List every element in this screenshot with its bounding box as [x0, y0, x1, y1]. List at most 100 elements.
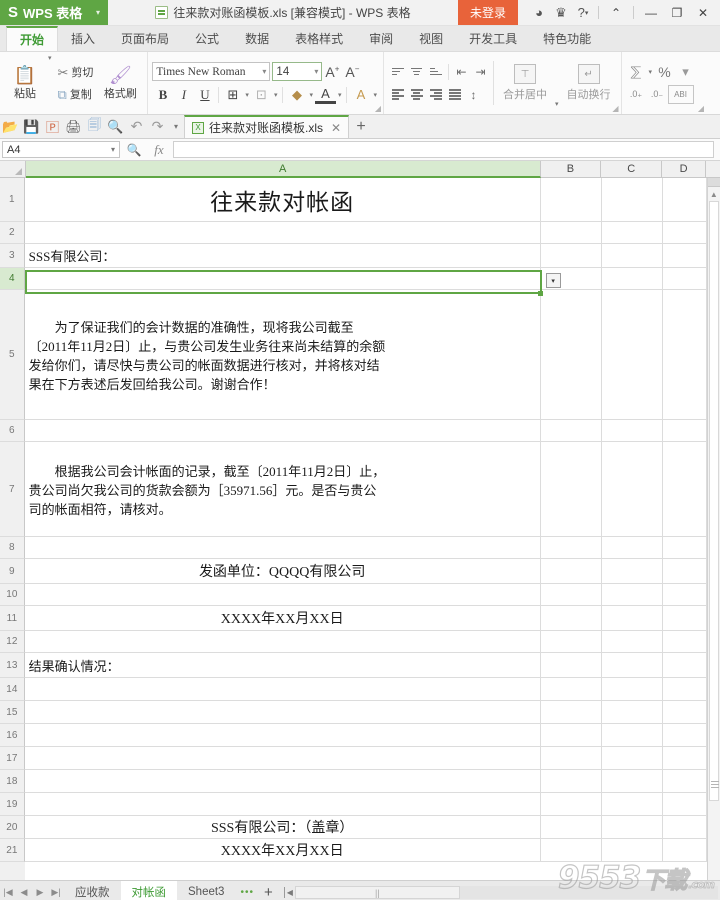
- align-bottom-icon[interactable]: [426, 62, 445, 81]
- add-sheet-button[interactable]: +: [259, 881, 278, 900]
- split-bar[interactable]: [284, 887, 285, 898]
- close-button[interactable]: ✕: [690, 0, 716, 26]
- row-header-18[interactable]: 18: [0, 770, 25, 793]
- print-icon[interactable]: 🖨: [63, 115, 84, 138]
- cell-B21[interactable]: [541, 839, 602, 861]
- row-header-1[interactable]: 1: [0, 178, 25, 222]
- cell-A3[interactable]: SSS有限公司：: [25, 244, 541, 267]
- autofill-dropdown-button[interactable]: ▾: [546, 273, 561, 288]
- alignment-dialog-launcher[interactable]: ◢: [612, 104, 618, 113]
- close-icon[interactable]: ✕: [331, 121, 341, 135]
- name-box[interactable]: A4 ▾: [2, 141, 120, 158]
- chevron-down-icon[interactable]: ▾: [262, 67, 266, 76]
- vertical-scroll-thumb[interactable]: [709, 201, 719, 801]
- cell-B16[interactable]: [541, 724, 602, 746]
- ribbon-tab-5[interactable]: 表格样式: [282, 26, 356, 51]
- paste-button[interactable]: 📋 粘贴: [4, 54, 46, 112]
- cell-A11[interactable]: XXXX年XX月XX日: [25, 606, 541, 630]
- merge-center-button[interactable]: ⊤ 合并居中: [497, 54, 553, 112]
- font-dialog-launcher[interactable]: ◢: [375, 104, 381, 113]
- cell-A9[interactable]: 发函单位：QQQQ有限公司: [25, 559, 541, 583]
- cell-D20[interactable]: [663, 816, 707, 838]
- first-sheet-icon[interactable]: |◀: [0, 881, 16, 900]
- chevron-down-icon[interactable]: ▾: [272, 91, 280, 99]
- scroll-up-arrow-icon[interactable]: ▲: [708, 187, 720, 201]
- cell-C1[interactable]: [602, 178, 663, 221]
- align-center-icon[interactable]: [407, 85, 426, 104]
- cell-B5[interactable]: [541, 290, 602, 419]
- increase-font-size-button[interactable]: A+: [322, 64, 342, 80]
- number-dialog-launcher[interactable]: ◢: [698, 104, 704, 113]
- cell-A10[interactable]: [25, 584, 541, 605]
- cell-B14[interactable]: [541, 678, 602, 700]
- cell-A6[interactable]: [25, 420, 541, 441]
- decrease-indent-icon[interactable]: ⇤: [452, 62, 471, 81]
- chevron-down-icon[interactable]: ▾: [96, 8, 100, 17]
- ribbon-tab-2[interactable]: 页面布局: [108, 26, 182, 51]
- cell-C5[interactable]: [602, 290, 663, 419]
- row-header-21[interactable]: 21: [0, 839, 25, 862]
- cell-D3[interactable]: [663, 244, 707, 267]
- column-header-c[interactable]: C: [601, 161, 662, 178]
- increase-decimal-icon[interactable]: .0₊: [626, 85, 647, 104]
- ribbon-tab-7[interactable]: 视图: [406, 26, 456, 51]
- open-icon[interactable]: 📂: [0, 115, 21, 138]
- row-header-10[interactable]: 10: [0, 584, 25, 606]
- help-icon[interactable]: ? ▾: [572, 0, 594, 26]
- vertical-scrollbar[interactable]: ▲: [707, 178, 720, 880]
- cell-B6[interactable]: [541, 420, 602, 441]
- scroll-left-arrow-icon[interactable]: ◀: [287, 888, 293, 897]
- sheet-tab-1[interactable]: 对帐函: [121, 881, 178, 900]
- cell-B13[interactable]: [541, 653, 602, 677]
- cell-A12[interactable]: [25, 631, 541, 652]
- cell-C3[interactable]: [602, 244, 663, 267]
- cell-C14[interactable]: [602, 678, 663, 700]
- cell-A1[interactable]: 往来款对帐函: [25, 178, 541, 221]
- cell-D11[interactable]: [663, 606, 707, 630]
- horizontal-scroll-thumb[interactable]: [295, 886, 460, 899]
- sheet-tab-0[interactable]: 应收款: [64, 881, 121, 900]
- search-icon[interactable]: 🔍: [123, 143, 145, 157]
- align-middle-icon[interactable]: [407, 62, 426, 81]
- chevron-down-icon[interactable]: ▾: [553, 100, 561, 112]
- cell-D16[interactable]: [663, 724, 707, 746]
- ribbon-tab-9[interactable]: 特色功能: [530, 26, 604, 51]
- cell-D4[interactable]: [663, 268, 707, 289]
- cell-D15[interactable]: [663, 701, 707, 723]
- row-header-2[interactable]: 2: [0, 222, 25, 244]
- cell-C4[interactable]: [602, 268, 663, 289]
- chevron-down-icon[interactable]: ▾: [336, 91, 344, 99]
- cell-D13[interactable]: [663, 653, 707, 677]
- underline-button[interactable]: U: [194, 85, 215, 104]
- copy-button[interactable]: ⧉ 复制: [54, 83, 98, 105]
- wps-logo[interactable]: S WPS 表格 ▾: [0, 0, 108, 25]
- font-size-combobox[interactable]: 14 ▾: [272, 62, 322, 81]
- undo-icon[interactable]: ↶: [126, 115, 147, 138]
- format-painter-button[interactable]: 🖌 格式刷: [97, 54, 143, 112]
- cell-B17[interactable]: [541, 747, 602, 769]
- vertical-scroll-track[interactable]: [708, 201, 720, 880]
- italic-button[interactable]: I: [173, 85, 194, 104]
- cell-A4[interactable]: [25, 268, 541, 289]
- cell-C10[interactable]: [602, 584, 663, 605]
- cell-C7[interactable]: [602, 442, 663, 536]
- paste-chevron-down-icon[interactable]: ▾: [46, 54, 54, 112]
- row-header-4[interactable]: 4: [0, 268, 25, 290]
- maximize-button[interactable]: ❐: [664, 0, 690, 26]
- save-icon[interactable]: 💾: [21, 115, 42, 138]
- cell-B18[interactable]: [541, 770, 602, 792]
- cell-D1[interactable]: [663, 178, 707, 221]
- cell-A8[interactable]: [25, 537, 541, 558]
- cell-B15[interactable]: [541, 701, 602, 723]
- number-format-icon[interactable]: ⅀: [626, 62, 647, 81]
- more-sheets-icon[interactable]: •••: [235, 881, 259, 900]
- cell-B7[interactable]: [541, 442, 602, 536]
- text-orientation-icon[interactable]: ↕: [464, 85, 483, 104]
- cell-D21[interactable]: [663, 839, 707, 861]
- cell-A7[interactable]: 根据我公司会计帐面的记录，截至〔2011年11月2日〕止，贵公司尚欠我公司的货款…: [25, 442, 541, 536]
- cell-C15[interactable]: [602, 701, 663, 723]
- row-header-11[interactable]: 11: [0, 606, 25, 631]
- fill-handle[interactable]: [538, 291, 543, 296]
- cell-B10[interactable]: [541, 584, 602, 605]
- align-justify-icon[interactable]: [445, 85, 464, 104]
